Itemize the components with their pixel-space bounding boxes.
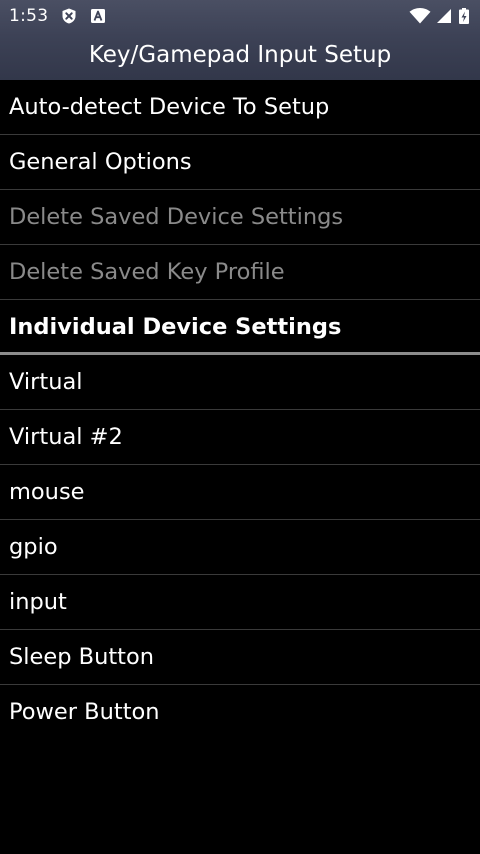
menu-item-delete-key-profile: Delete Saved Key Profile bbox=[0, 245, 480, 300]
device-item-sleep-button[interactable]: Sleep Button bbox=[0, 630, 480, 685]
status-time: 1:53 bbox=[9, 6, 49, 26]
menu-item-auto-detect[interactable]: Auto-detect Device To Setup bbox=[0, 80, 480, 135]
device-item-input[interactable]: input bbox=[0, 575, 480, 630]
app-screen: 1:53 Key/Gamepad Input Setup Auto-detect… bbox=[0, 0, 480, 854]
menu-item-general-options[interactable]: General Options bbox=[0, 135, 480, 190]
menu-item-label: General Options bbox=[9, 149, 192, 175]
device-item-virtual[interactable]: Virtual bbox=[0, 355, 480, 410]
device-item-label: Sleep Button bbox=[9, 644, 155, 670]
device-item-label: Power Button bbox=[9, 699, 160, 725]
page-title: Key/Gamepad Input Setup bbox=[88, 42, 392, 68]
device-item-virtual-2[interactable]: Virtual #2 bbox=[0, 410, 480, 465]
device-item-gpio[interactable]: gpio bbox=[0, 520, 480, 575]
top-bar: 1:53 Key/Gamepad Input Setup bbox=[0, 0, 480, 80]
menu-item-label: Delete Saved Key Profile bbox=[9, 259, 285, 285]
menu-item-delete-device-settings: Delete Saved Device Settings bbox=[0, 190, 480, 245]
device-item-label: gpio bbox=[9, 534, 58, 560]
device-item-mouse[interactable]: mouse bbox=[0, 465, 480, 520]
section-header-label: Individual Device Settings bbox=[9, 314, 342, 340]
section-header-individual-devices: Individual Device Settings bbox=[0, 300, 480, 355]
settings-list: Auto-detect Device To Setup General Opti… bbox=[0, 80, 480, 740]
menu-item-label: Delete Saved Device Settings bbox=[9, 204, 344, 230]
shield-x-icon bbox=[61, 8, 77, 24]
menu-item-label: Auto-detect Device To Setup bbox=[9, 94, 330, 120]
device-item-label: Virtual #2 bbox=[9, 424, 123, 450]
status-bar: 1:53 bbox=[0, 0, 480, 34]
device-item-power-button[interactable]: Power Button bbox=[0, 685, 480, 740]
wifi-icon bbox=[409, 8, 431, 24]
a-letter-icon bbox=[90, 8, 106, 24]
device-item-label: mouse bbox=[9, 479, 85, 505]
device-item-label: Virtual bbox=[9, 369, 83, 395]
cell-signal-icon bbox=[436, 8, 452, 24]
device-item-label: input bbox=[9, 589, 67, 615]
battery-charging-icon bbox=[459, 8, 469, 24]
